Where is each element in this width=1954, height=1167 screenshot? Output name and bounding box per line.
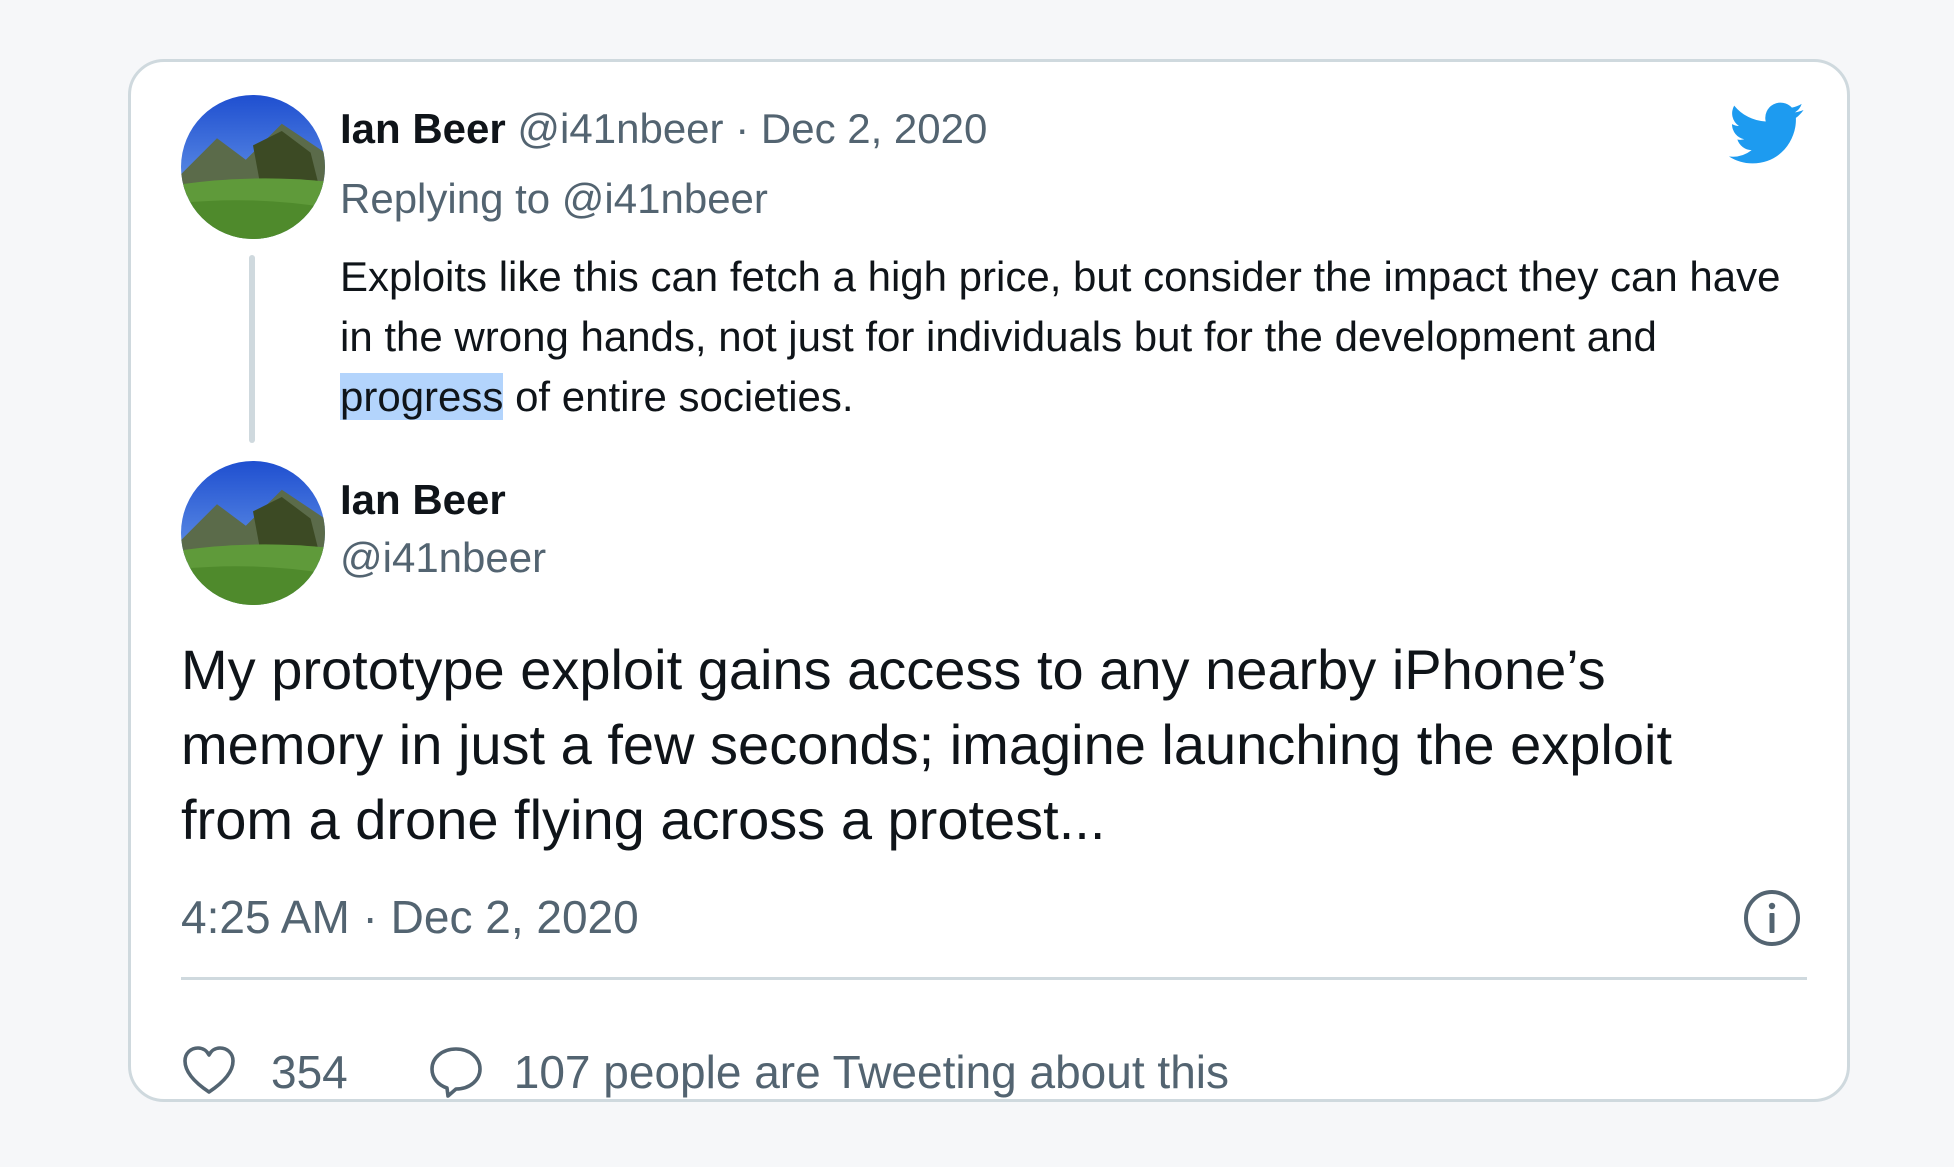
parent-author-avatar[interactable] bbox=[181, 95, 325, 239]
like-count[interactable]: 354 bbox=[271, 1045, 348, 1099]
parent-tweet-text: Exploits like this can fetch a high pric… bbox=[340, 247, 1820, 427]
parent-text-before: Exploits like this can fetch a high pric… bbox=[340, 253, 1781, 360]
speech-bubble-icon[interactable] bbox=[428, 1044, 484, 1100]
thread-connector-line bbox=[249, 255, 255, 443]
tweet-footer: 354 107 people are Tweeting about this bbox=[181, 1042, 1229, 1102]
tweet-timestamp[interactable]: 4:25 AM · Dec 2, 2020 bbox=[181, 889, 639, 945]
highlighted-word: progress bbox=[340, 373, 504, 420]
main-author-name[interactable]: Ian Beer bbox=[340, 475, 506, 525]
info-icon[interactable] bbox=[1743, 889, 1801, 947]
twitter-bird-icon[interactable] bbox=[1729, 102, 1805, 166]
tweeting-about-link[interactable]: 107 people are Tweeting about this bbox=[514, 1045, 1229, 1099]
parent-tweet-header: Ian Beer @i41nbeer · Dec 2, 2020 bbox=[340, 104, 987, 154]
parent-text-after: of entire societies. bbox=[503, 373, 854, 420]
parent-author-name[interactable]: Ian Beer bbox=[340, 105, 506, 152]
main-tweet-text: My prototype exploit gains access to any… bbox=[181, 638, 1672, 851]
main-author-avatar[interactable] bbox=[181, 461, 325, 605]
header-separator: · bbox=[735, 105, 750, 152]
embedded-tweet-card[interactable]: Ian Beer @i41nbeer · Dec 2, 2020 Replyin… bbox=[128, 59, 1850, 1102]
heart-icon[interactable] bbox=[181, 1044, 237, 1100]
replying-to-label[interactable]: Replying to @i41nbeer bbox=[340, 174, 768, 224]
footer-divider bbox=[181, 977, 1807, 980]
parent-tweet-date[interactable]: Dec 2, 2020 bbox=[761, 105, 988, 152]
parent-author-handle[interactable]: @i41nbeer bbox=[517, 105, 723, 152]
main-author-handle[interactable]: @i41nbeer bbox=[340, 533, 546, 583]
